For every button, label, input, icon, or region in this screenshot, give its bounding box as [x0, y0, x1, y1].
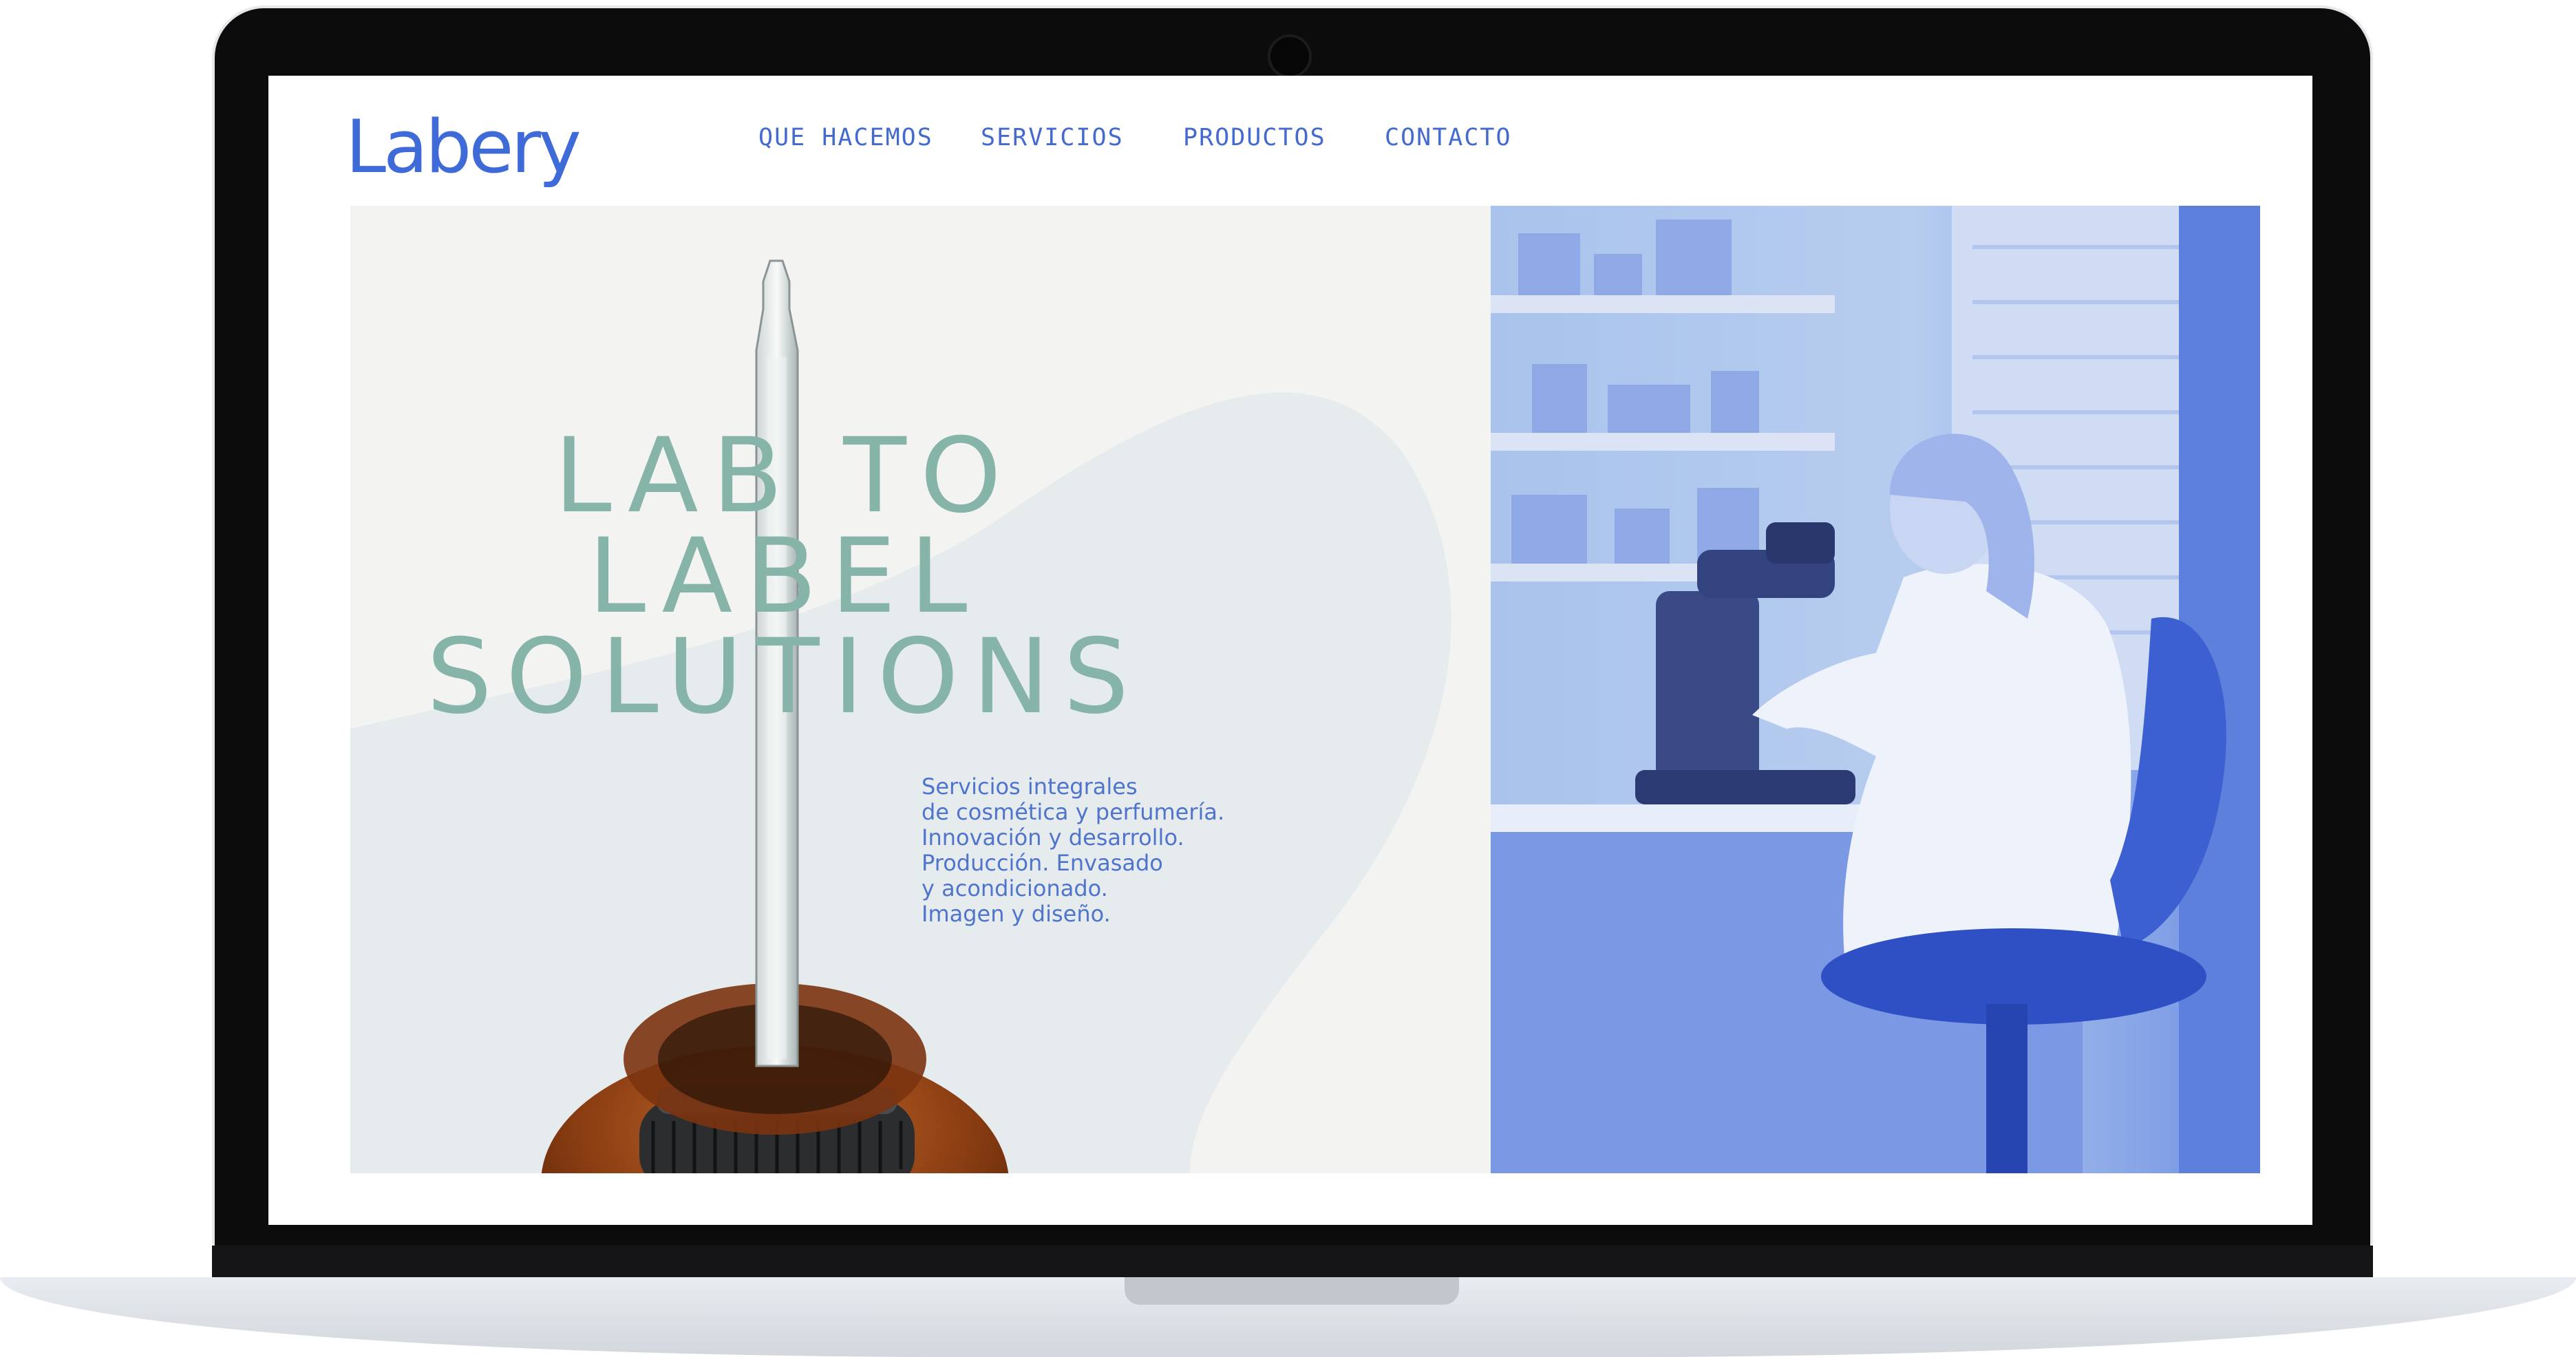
hero-left-panel: LAB TO LABEL SOLUTIONS Servicios integra…	[350, 206, 1491, 1173]
headline-line-2: LABEL	[588, 517, 981, 637]
description-line-4: Producción. Envasado	[922, 850, 1163, 876]
site-logo[interactable]: Labery	[345, 103, 582, 191]
nav-item-que-hacemos[interactable]: QUE HACEMOS	[758, 124, 933, 151]
hero-lab-photo	[1491, 206, 2260, 1173]
laptop-hinge	[212, 1246, 2373, 1279]
nav-item-contacto[interactable]: CONTACTO	[1385, 124, 1512, 151]
description-line-3: Innovación y desarrollo.	[922, 824, 1184, 851]
description-line-5: y acondicionado.	[922, 875, 1108, 901]
description-line-1: Servicios integrales	[922, 773, 1138, 800]
headline-line-3: SOLUTIONS	[426, 617, 1143, 737]
laptop-notch	[1125, 1277, 1459, 1305]
hero-headline: LAB TO LABEL SOLUTIONS	[350, 416, 1219, 737]
description-line-2: de cosmética y perfumería.	[922, 799, 1225, 825]
description-line-6: Imagen y diseño.	[922, 901, 1111, 927]
nav-item-productos[interactable]: PRODUCTOS	[1183, 124, 1326, 151]
hero-description: Servicios integrales de cosmética y perf…	[922, 774, 1334, 927]
website-screen: Labery QUE HACEMOS SERVICIOS PRODUCTOS C…	[268, 76, 2312, 1225]
webcam	[1268, 34, 1312, 78]
scientist-microscope-illustration	[1491, 206, 2260, 1173]
headline-line-1: LAB TO	[554, 416, 1015, 536]
nav-item-servicios[interactable]: SERVICIOS	[981, 124, 1124, 151]
